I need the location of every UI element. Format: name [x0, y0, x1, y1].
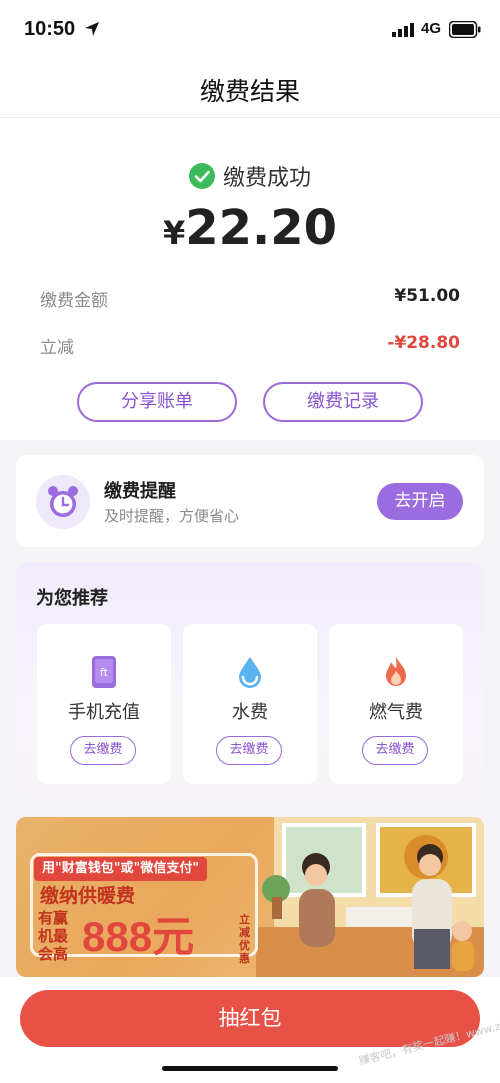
recommend-tile-gas[interactable]: 燃气费 去缴费	[329, 624, 463, 784]
flame-icon	[386, 656, 406, 686]
page-title: 缴费结果	[199, 77, 300, 106]
reminder-title: 缴费提醒	[104, 481, 176, 502]
water-drop-icon	[239, 657, 261, 688]
reminder-subtitle: 及时提醒，方便省心	[104, 507, 240, 525]
detail-label: 立减	[40, 338, 74, 358]
network-type: 4G	[421, 20, 442, 37]
tile-label: 手机充值	[68, 702, 140, 723]
go-pay-button[interactable]: 去缴费	[216, 736, 282, 765]
alarm-clock-icon	[48, 486, 78, 517]
currency-symbol: ¥	[162, 214, 186, 252]
promo-right-text: 立减优惠	[239, 913, 250, 965]
heating-promo-banner[interactable]: 用"财富钱包"或"微信支付" 缴纳供暖费 有赢机最会高 888元 立减优惠	[16, 817, 484, 977]
promo-tag: 用"财富钱包"或"微信支付"	[34, 857, 208, 881]
location-arrow-icon	[85, 22, 99, 36]
success-row: 缴费成功	[0, 160, 500, 192]
recommend-section: 为您推荐 ft 手机充值 去缴费 水费 去缴费 燃气费 去缴费	[16, 562, 484, 802]
tile-label: 水费	[232, 702, 268, 723]
tile-label: 燃气费	[369, 702, 423, 723]
detail-value: ¥51.00	[394, 286, 460, 306]
promo-amount: 888元	[82, 913, 195, 960]
phone-recharge-icon: ft	[92, 656, 116, 688]
recommend-title: 为您推荐	[36, 588, 108, 609]
paid-amount: ¥22.20	[0, 200, 500, 256]
share-bill-button[interactable]: 分享账单	[77, 382, 237, 422]
payment-reminder-card: 缴费提醒 及时提醒，方便省心 去开启	[16, 455, 484, 547]
go-pay-button[interactable]: 去缴费	[70, 736, 136, 765]
recommend-tile-mobile[interactable]: ft 手机充值 去缴费	[37, 624, 171, 784]
check-circle-icon	[188, 163, 215, 189]
success-text: 缴费成功	[222, 166, 311, 191]
signal-icon	[392, 23, 414, 37]
nav-bar: 缴费结果	[0, 60, 500, 118]
detail-label: 缴费金额	[40, 291, 108, 311]
detail-row-total: 缴费金额 ¥51.00	[40, 282, 460, 312]
go-pay-button[interactable]: 去缴费	[362, 736, 428, 765]
enable-reminder-button[interactable]: 去开启	[377, 483, 463, 520]
payment-history-button[interactable]: 缴费记录	[263, 382, 423, 422]
amount-value: 22.20	[185, 200, 338, 256]
status-bar: 10:50 4G	[0, 0, 500, 60]
reminder-icon-wrap	[36, 475, 90, 529]
recommend-tile-water[interactable]: 水费 去缴费	[183, 624, 317, 784]
promo-left-text: 有赢机最会高	[38, 909, 69, 963]
payment-result-card: 缴费成功 ¥22.20 缴费金额 ¥51.00 立减 -¥28.80 分享账单 …	[0, 118, 500, 440]
home-indicator	[162, 1066, 338, 1071]
detail-value: -¥28.80	[387, 333, 460, 353]
detail-row-discount: 立减 -¥28.80	[40, 329, 460, 359]
status-time: 10:50	[24, 18, 76, 40]
svg-text:ft: ft	[100, 666, 109, 679]
battery-icon	[449, 21, 481, 38]
